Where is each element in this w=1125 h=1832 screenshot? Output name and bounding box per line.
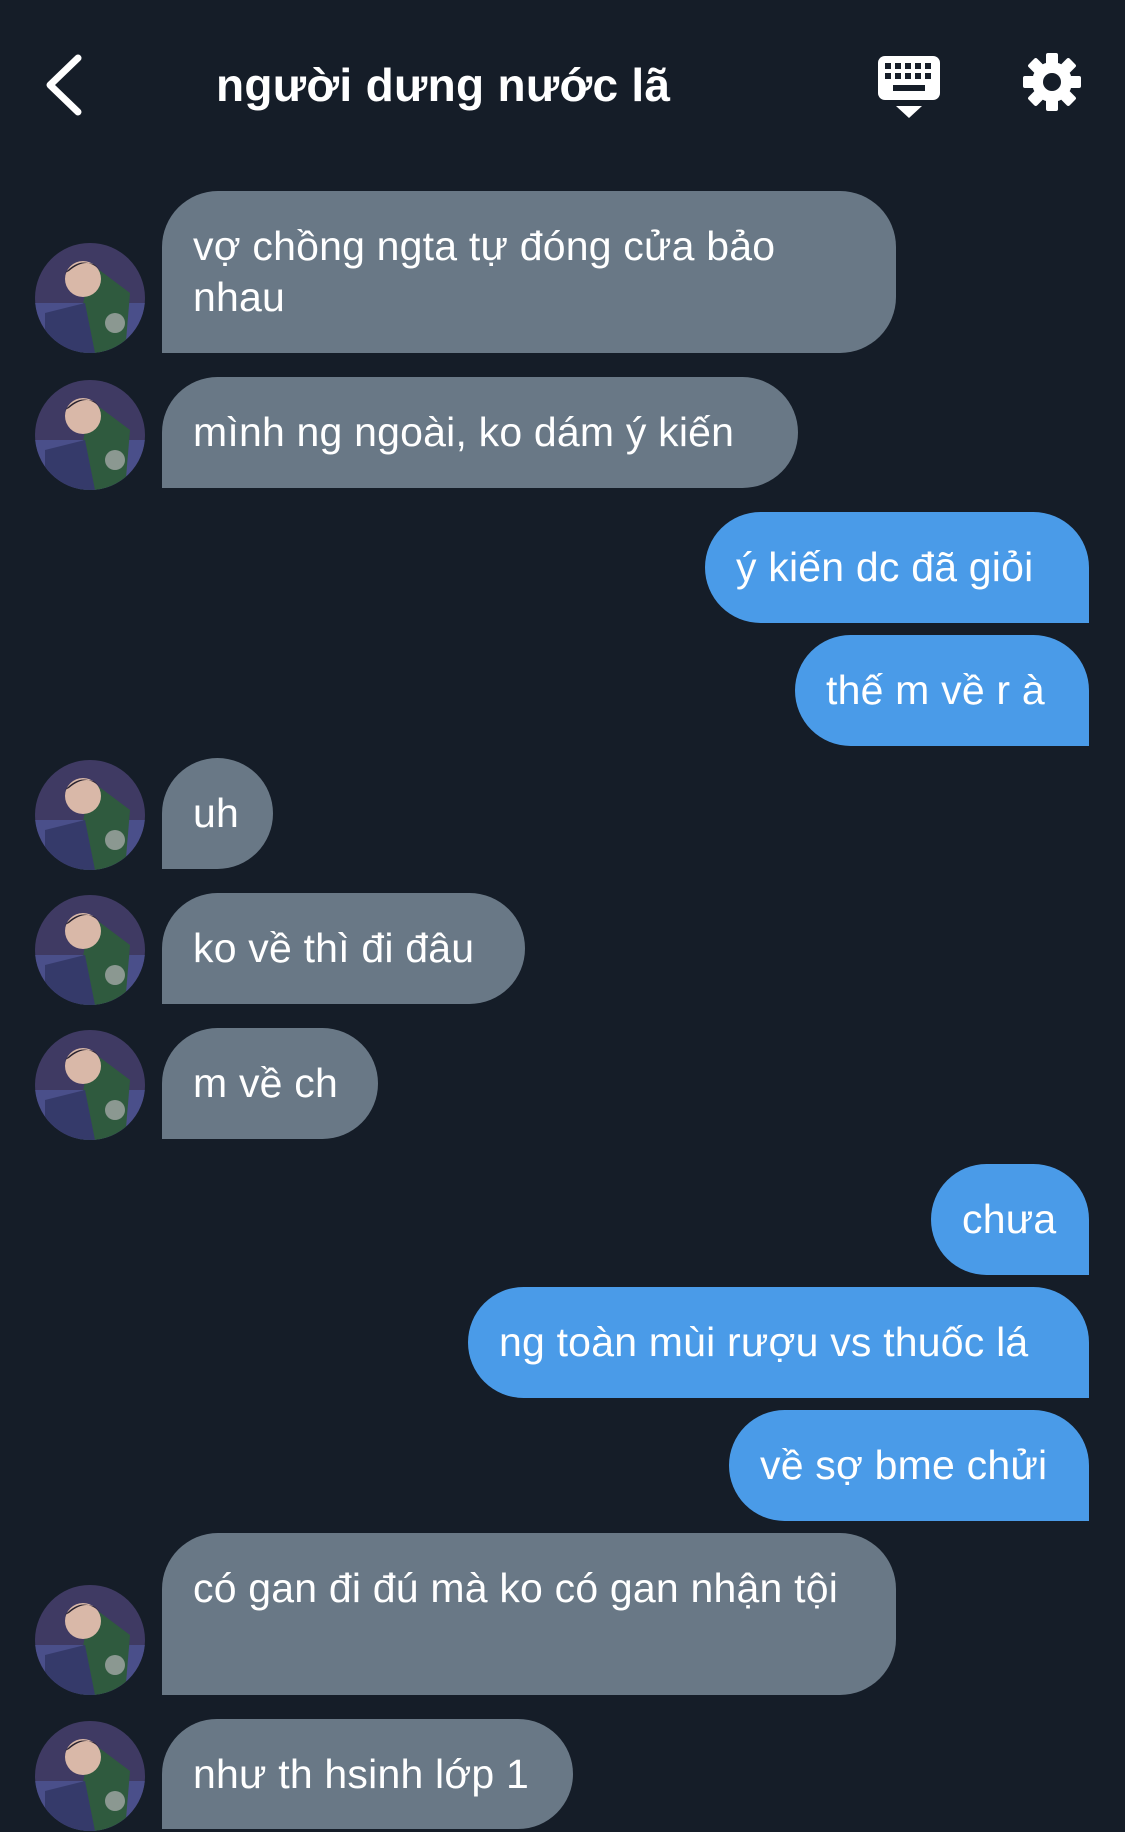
contact-avatar[interactable] <box>35 895 145 1005</box>
contact-avatar[interactable] <box>35 1721 145 1831</box>
message-bubble-incoming[interactable]: ko về thì đi đâu <box>162 893 525 1004</box>
message-bubble-incoming[interactable]: vợ chồng ngta tự đóng cửa bảo nhau <box>162 191 896 353</box>
message-bubble-outgoing[interactable]: ng toàn mùi rượu vs thuốc lá <box>468 1287 1089 1398</box>
message-list: vợ chồng ngta tự đóng cửa bảo nhau mình … <box>0 0 1125 1832</box>
avatar-image <box>35 1585 145 1695</box>
avatar-image <box>35 895 145 1005</box>
message-bubble-incoming[interactable]: mình ng ngoài, ko dám ý kiến <box>162 377 798 488</box>
avatar-image <box>35 1721 145 1831</box>
avatar-image <box>35 243 145 353</box>
message-bubble-incoming[interactable]: m về ch <box>162 1028 378 1139</box>
avatar-image <box>35 380 145 490</box>
message-bubble-outgoing[interactable]: ý kiến dc đã giỏi <box>705 512 1089 623</box>
avatar-image <box>35 1030 145 1140</box>
contact-avatar[interactable] <box>35 1030 145 1140</box>
avatar-image <box>35 760 145 870</box>
message-bubble-incoming[interactable]: uh <box>162 758 273 869</box>
message-bubble-outgoing[interactable]: thế m về r à <box>795 635 1089 746</box>
contact-avatar[interactable] <box>35 243 145 353</box>
contact-avatar[interactable] <box>35 1585 145 1695</box>
message-bubble-incoming[interactable]: như th hsinh lớp 1 <box>162 1719 573 1829</box>
contact-avatar[interactable] <box>35 760 145 870</box>
message-bubble-outgoing[interactable]: chưa <box>931 1164 1089 1275</box>
message-bubble-incoming[interactable]: có gan đi đú mà ko có gan nhận tội <box>162 1533 896 1695</box>
message-bubble-outgoing[interactable]: về sợ bme chửi <box>729 1410 1089 1521</box>
contact-avatar[interactable] <box>35 380 145 490</box>
